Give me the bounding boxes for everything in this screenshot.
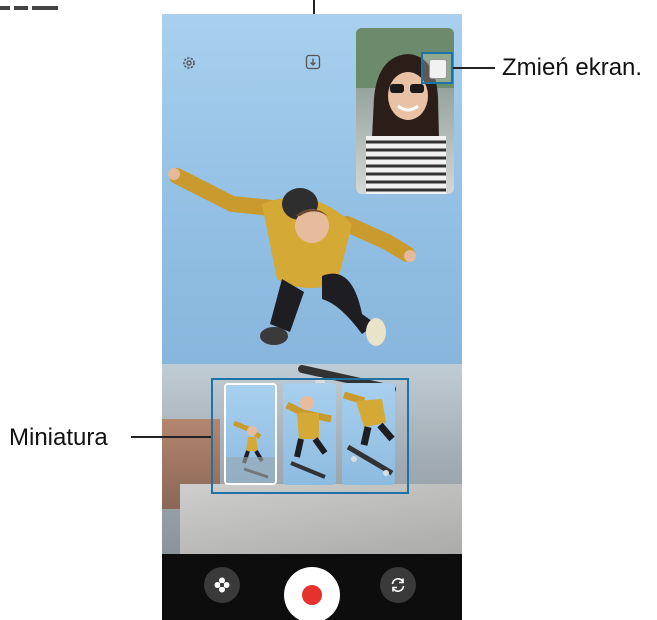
download-button[interactable]	[302, 51, 324, 73]
thumbnail-callout-frame	[211, 378, 409, 494]
camera-screen	[162, 14, 462, 620]
settings-button[interactable]	[178, 52, 200, 74]
download-icon	[305, 54, 321, 70]
switch-screen-label: Zmień ekran.	[502, 54, 643, 81]
callout-line-thumbnail	[131, 436, 211, 438]
gear-icon	[183, 57, 195, 69]
record-button[interactable]	[284, 567, 340, 620]
partial-label-fragment	[0, 0, 58, 10]
switch-screen-button[interactable]	[421, 52, 453, 84]
flower-icon	[214, 577, 230, 593]
filter-button[interactable]	[204, 567, 240, 603]
skateboarder-image	[168, 168, 416, 394]
switch-camera-button[interactable]	[380, 567, 416, 603]
switch-screen-icon	[429, 59, 447, 79]
callout-line-switch-screen	[453, 67, 495, 69]
record-icon	[302, 585, 322, 605]
thumbnail-label: Miniatura	[9, 424, 108, 451]
camera-flip-icon	[391, 578, 405, 592]
